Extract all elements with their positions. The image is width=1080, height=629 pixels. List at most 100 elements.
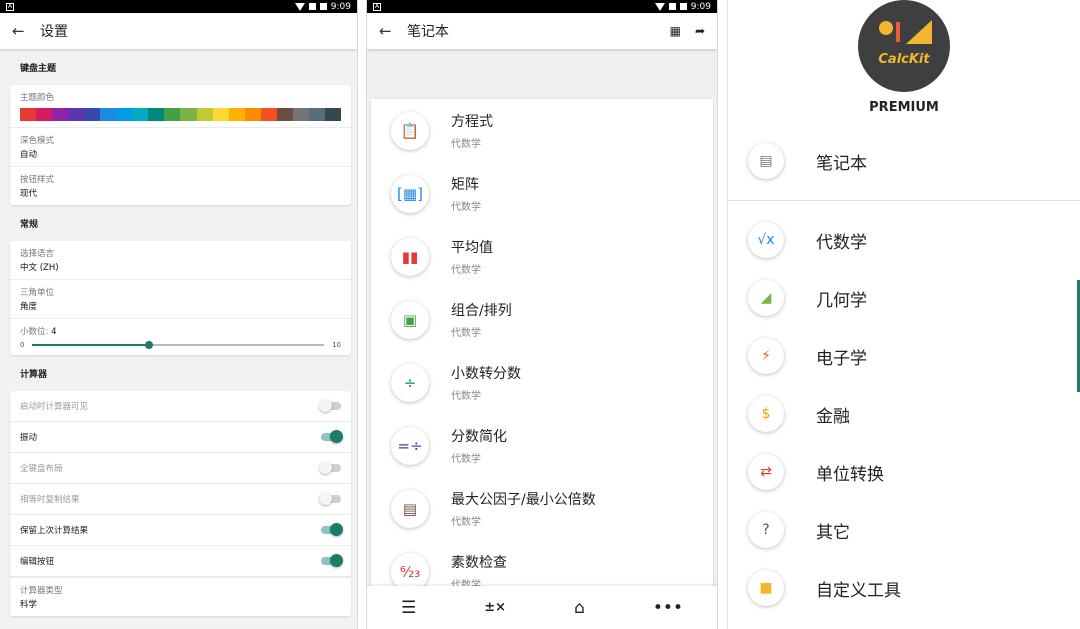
drawer-item-label: 金融	[816, 406, 850, 427]
toggle-switch[interactable]	[319, 492, 341, 505]
color-swatch[interactable]	[276, 108, 293, 121]
item-title: 素数检查	[451, 555, 507, 571]
back-arrow-icon[interactable]: ←	[12, 22, 34, 40]
drawer-item[interactable]: ▤ 笔记本	[728, 132, 1080, 190]
color-swatch[interactable]	[180, 108, 197, 121]
color-swatch[interactable]	[212, 108, 229, 121]
toggle-switch[interactable]	[321, 430, 343, 443]
toggle-label: 振动	[20, 433, 38, 443]
grid-view-icon[interactable]: ▦	[670, 24, 681, 38]
more-icon[interactable]: •••	[653, 598, 683, 618]
item-subtitle: 代数学	[451, 391, 481, 402]
home-icon[interactable]: ⌂	[574, 598, 585, 618]
color-swatch[interactable]	[20, 108, 37, 121]
calc-type-row[interactable]: 计算器类型 科学	[10, 578, 351, 616]
notebook-list-item[interactable]: ▤ 最大公因子/最小公倍数 代数学	[371, 477, 713, 540]
notebook-list-item[interactable]: ▣ 组合/排列 代数学	[371, 288, 713, 351]
color-swatch[interactable]	[308, 108, 325, 121]
slider-track[interactable]	[32, 341, 325, 349]
blocks-icon: ▣	[391, 300, 429, 339]
color-swatch[interactable]	[100, 108, 117, 121]
notebook-list-item[interactable]: =÷ 分数简化 代数学	[371, 414, 713, 477]
money-bag-icon: $	[748, 396, 784, 432]
drawer-item[interactable]: √x 代数学	[728, 211, 1080, 269]
notebook-list-item[interactable]: [▦] 矩阵 代数学	[371, 162, 713, 225]
angle-unit-label: 三角单位	[20, 288, 55, 298]
item-title: 小数转分数	[451, 366, 521, 382]
theme-color-label: 主题颜色	[20, 93, 55, 103]
question-icon: ?	[748, 512, 784, 548]
matrix-icon: [▦]	[391, 174, 429, 213]
notebook-list-item[interactable]: ▮▮ 平均值 代数学	[371, 225, 713, 288]
color-swatch[interactable]	[228, 108, 245, 121]
color-swatch[interactable]	[148, 108, 165, 121]
language-row[interactable]: 选择语言 中文 (ZH)	[10, 241, 351, 280]
toggle-knob	[319, 492, 332, 505]
battery-icon	[319, 3, 327, 10]
toggle-label: 全键盘布局	[20, 464, 63, 474]
button-style-row[interactable]: 按钮样式 现代	[10, 167, 351, 205]
signal-icon	[308, 3, 316, 10]
wifi-icon	[654, 2, 665, 11]
calc-type-value: 科学	[20, 600, 38, 610]
toggle-knob	[330, 554, 343, 567]
calculator-card: 启动时计算器可见振动全键盘布局相等时复制结果 保留上次计算结果 编辑按钮	[10, 391, 351, 577]
notebook-list-item[interactable]: ÷ 小数转分数 代数学	[371, 351, 713, 414]
decimals-value: 4	[51, 327, 57, 337]
toggle-row[interactable]: 保留上次计算结果	[10, 515, 351, 546]
color-swatch[interactable]	[132, 108, 149, 121]
notebook-list-item[interactable]: 📋 方程式 代数学	[371, 99, 713, 162]
item-subtitle: 代数学	[451, 328, 481, 339]
toggle-switch[interactable]	[321, 523, 343, 536]
menu-icon[interactable]: ☰	[401, 598, 416, 618]
notebook-list: 📋 方程式 代数学 [▦] 矩阵 代数学 ▮▮ 平均值 代数学 ▣ 组合/排列 代数学 ÷ 小数转分数 代数…	[371, 99, 713, 586]
color-swatch[interactable]	[84, 108, 101, 121]
drawer-item[interactable]: ⚡ 电子学	[728, 327, 1080, 385]
item-subtitle: 代数学	[451, 454, 481, 465]
slider-thumb[interactable]	[145, 341, 154, 349]
keyboard-theme-card: 主题颜色 深色模式 自动 按钮样式 现代	[10, 85, 351, 205]
toggle-switch[interactable]	[319, 399, 341, 412]
drawer-divider	[728, 200, 1080, 201]
color-swatch[interactable]	[324, 108, 341, 121]
notebook-app-bar: ← 笔记本 ▦ ➦	[367, 13, 717, 49]
toggle-row[interactable]: 启动时计算器可见	[10, 391, 351, 422]
theme-color-swatches[interactable]	[20, 108, 341, 121]
color-swatch[interactable]	[36, 108, 53, 121]
dark-mode-row[interactable]: 深色模式 自动	[10, 128, 351, 167]
prime-tree-icon: ⁶⁄₂₃	[391, 552, 429, 586]
toggle-row[interactable]: 相等时复制结果	[10, 484, 351, 515]
drawer-item[interactable]: ? 其它	[728, 501, 1080, 559]
toggle-row[interactable]: 振动	[10, 422, 351, 453]
share-icon[interactable]: ➦	[695, 24, 705, 38]
folder-icon: ■	[748, 570, 784, 606]
color-swatch[interactable]	[196, 108, 213, 121]
toggle-switch[interactable]	[319, 461, 341, 474]
decimals-slider[interactable]: 0 10	[20, 341, 341, 349]
notebook-screen: A 9:09 ← 笔记本 ▦ ➦ 📋 方程式 代数学 [▦] 矩阵 代数学 ▮▮ 平均值 代数学…	[366, 0, 718, 629]
drawer-item[interactable]: ⇄ 单位转换	[728, 443, 1080, 501]
back-arrow-icon[interactable]: ←	[379, 22, 401, 40]
toggle-row[interactable]: 编辑按钮	[10, 546, 351, 577]
slider-fill	[32, 344, 150, 346]
drawer-item-label: 自定义工具	[816, 580, 901, 601]
drawer-item[interactable]: ■ 自定义工具	[728, 559, 1080, 617]
drawer-item[interactable]: $ 金融	[728, 385, 1080, 443]
toggle-switch[interactable]	[321, 554, 343, 567]
color-swatch[interactable]	[52, 108, 69, 121]
color-swatch[interactable]	[292, 108, 309, 121]
notebook-list-item[interactable]: ⁶⁄₂₃ 素数检查代数学	[371, 540, 713, 586]
angle-unit-row[interactable]: 三角单位 角度	[10, 280, 351, 319]
item-subtitle: 代数学	[451, 517, 481, 528]
color-swatch[interactable]	[116, 108, 133, 121]
color-swatch[interactable]	[260, 108, 277, 121]
color-swatch[interactable]	[244, 108, 261, 121]
calculator-ops-icon[interactable]: ±×	[484, 600, 506, 615]
color-swatch[interactable]	[164, 108, 181, 121]
drawer-item[interactable]: ◢ 几何学	[728, 269, 1080, 327]
slider-min: 0	[20, 341, 25, 349]
toggle-row[interactable]: 全键盘布局	[10, 453, 351, 484]
item-subtitle: 代数学	[451, 580, 481, 586]
section-header-general: 常规	[20, 220, 39, 230]
color-swatch[interactable]	[68, 108, 85, 121]
